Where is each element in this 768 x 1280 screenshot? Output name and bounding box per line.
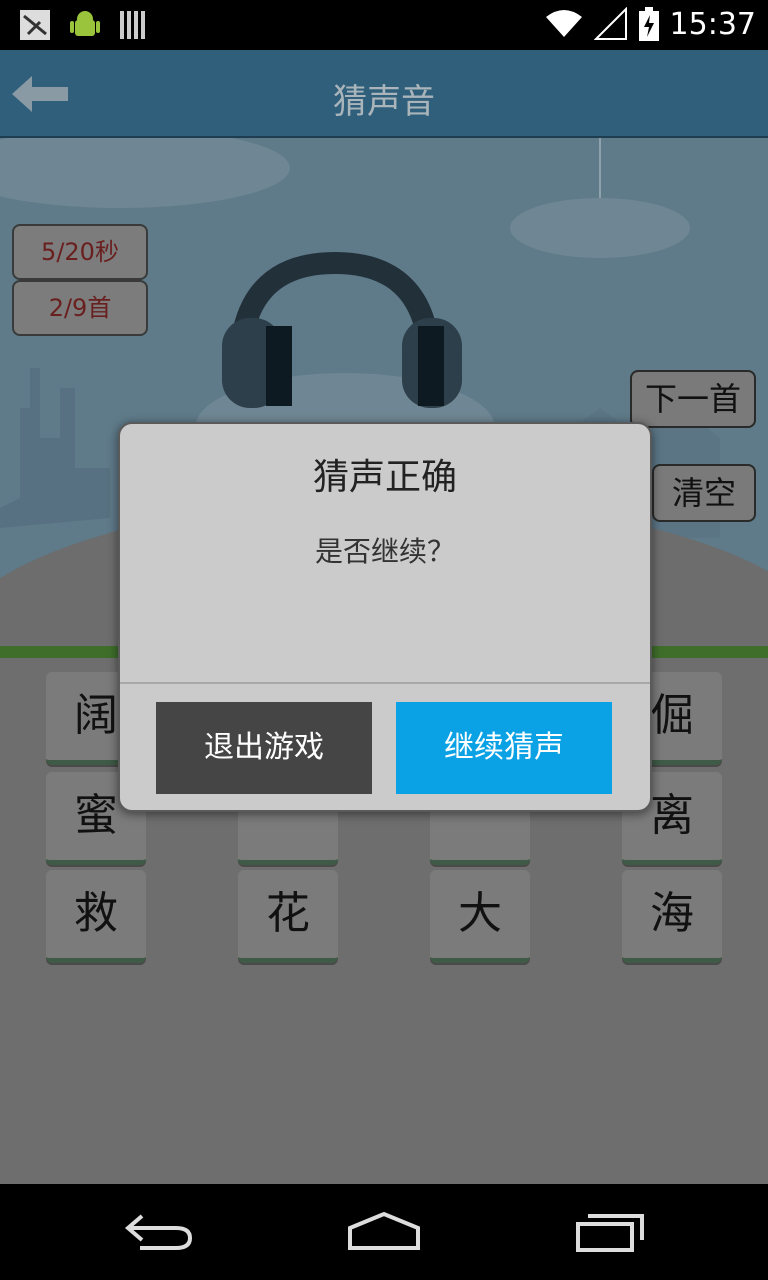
char-tile[interactable]: 花: [238, 870, 338, 963]
system-icons: 15:37: [544, 6, 756, 42]
signal-icon: [593, 7, 627, 40]
dialog-title: 猜声正确: [312, 457, 457, 498]
storage-icon: [120, 11, 145, 39]
page-title: 猜声音: [333, 82, 435, 122]
status-bar: 15:37: [0, 0, 768, 50]
progress-badge: 2/9首: [12, 280, 148, 336]
home-nav-icon[interactable]: [344, 1208, 424, 1258]
android-icon: [70, 11, 100, 36]
dialog-message: 是否继续？: [314, 535, 455, 568]
back-nav-icon[interactable]: [120, 1208, 200, 1258]
timer-badge: 5/20秒: [12, 224, 148, 280]
navigation-bar: [0, 1184, 768, 1280]
app-header: 猜声音: [0, 50, 768, 138]
result-dialog: 猜声正确 是否继续？ 退出游戏 继续猜声: [118, 422, 652, 812]
char-tile[interactable]: 救: [46, 870, 146, 963]
notification-icons: [18, 8, 148, 42]
next-song-button[interactable]: 下一首: [630, 370, 756, 428]
usb-debug-icon: [20, 10, 50, 40]
char-tile[interactable]: 海: [622, 870, 722, 963]
clock: 15:37: [669, 6, 756, 42]
wifi-icon: [545, 10, 582, 37]
continue-guessing-button[interactable]: 继续猜声: [396, 702, 612, 794]
battery-charging-icon: [638, 7, 659, 41]
quit-game-button[interactable]: 退出游戏: [156, 702, 372, 794]
char-tile[interactable]: 大: [430, 870, 530, 963]
clear-button[interactable]: 清空: [652, 464, 756, 522]
dialog-divider: [120, 682, 650, 684]
recents-nav-icon[interactable]: [572, 1208, 652, 1258]
